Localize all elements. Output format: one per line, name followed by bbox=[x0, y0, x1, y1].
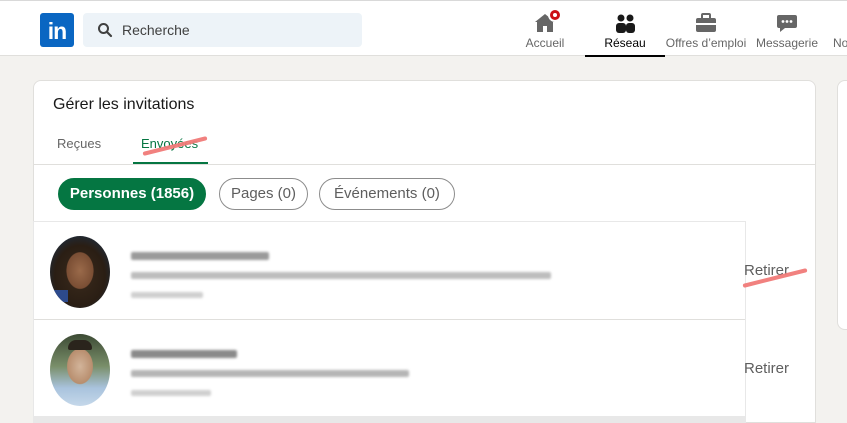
list-item: Retirer bbox=[34, 222, 808, 319]
search-placeholder: Recherche bbox=[122, 22, 190, 38]
search-input[interactable]: Recherche bbox=[83, 13, 362, 47]
blurred-headline bbox=[131, 370, 409, 377]
filter-events[interactable]: Événements (0) bbox=[319, 178, 455, 210]
linkedin-logo[interactable]: in bbox=[40, 13, 74, 47]
search-icon bbox=[98, 23, 113, 38]
tab-received[interactable]: Reçues bbox=[57, 136, 101, 151]
nav-item-network[interactable]: Réseau bbox=[585, 0, 665, 57]
top-navigation-bar: in Recherche Accueil Réseau Offres d’emp… bbox=[0, 0, 847, 57]
manage-invitations-card: Gérer les invitations Reçues Envoyées Pe… bbox=[33, 80, 816, 423]
blurred-timestamp bbox=[131, 292, 203, 298]
list-item: Retirer bbox=[34, 320, 789, 417]
notification-badge bbox=[548, 8, 562, 22]
nav-label-notifications: No bbox=[833, 36, 847, 50]
right-side-panel bbox=[837, 80, 847, 330]
nav-item-messaging[interactable]: Messagerie bbox=[755, 0, 819, 56]
blurred-name bbox=[131, 350, 237, 358]
network-icon bbox=[616, 14, 635, 33]
blurred-headline bbox=[131, 272, 551, 279]
list-bottom-edge bbox=[34, 416, 745, 423]
avatar[interactable] bbox=[50, 334, 110, 406]
nav-item-notifications[interactable]: No bbox=[827, 0, 847, 56]
nav-item-home[interactable]: Accueil bbox=[517, 0, 573, 56]
nav-label-home: Accueil bbox=[525, 36, 565, 50]
avatar[interactable] bbox=[50, 236, 110, 308]
blurred-timestamp bbox=[131, 390, 211, 396]
filter-people[interactable]: Personnes (1856) bbox=[58, 178, 206, 210]
nav-label-messaging: Messagerie bbox=[755, 36, 819, 50]
blurred-name bbox=[131, 252, 269, 260]
filter-pages[interactable]: Pages (0) bbox=[219, 178, 308, 210]
tabs-divider bbox=[34, 164, 815, 165]
nav-label-network: Réseau bbox=[604, 36, 646, 50]
nav-item-jobs[interactable]: Offres d’emploi bbox=[665, 0, 747, 56]
withdraw-button[interactable]: Retirer bbox=[744, 360, 789, 377]
briefcase-icon bbox=[696, 13, 716, 32]
messaging-icon bbox=[777, 15, 797, 32]
page-title: Gérer les invitations bbox=[53, 96, 195, 113]
sent-invitations-list: Retirer Retirer bbox=[34, 222, 808, 423]
nav-label-jobs: Offres d’emploi bbox=[665, 36, 747, 50]
